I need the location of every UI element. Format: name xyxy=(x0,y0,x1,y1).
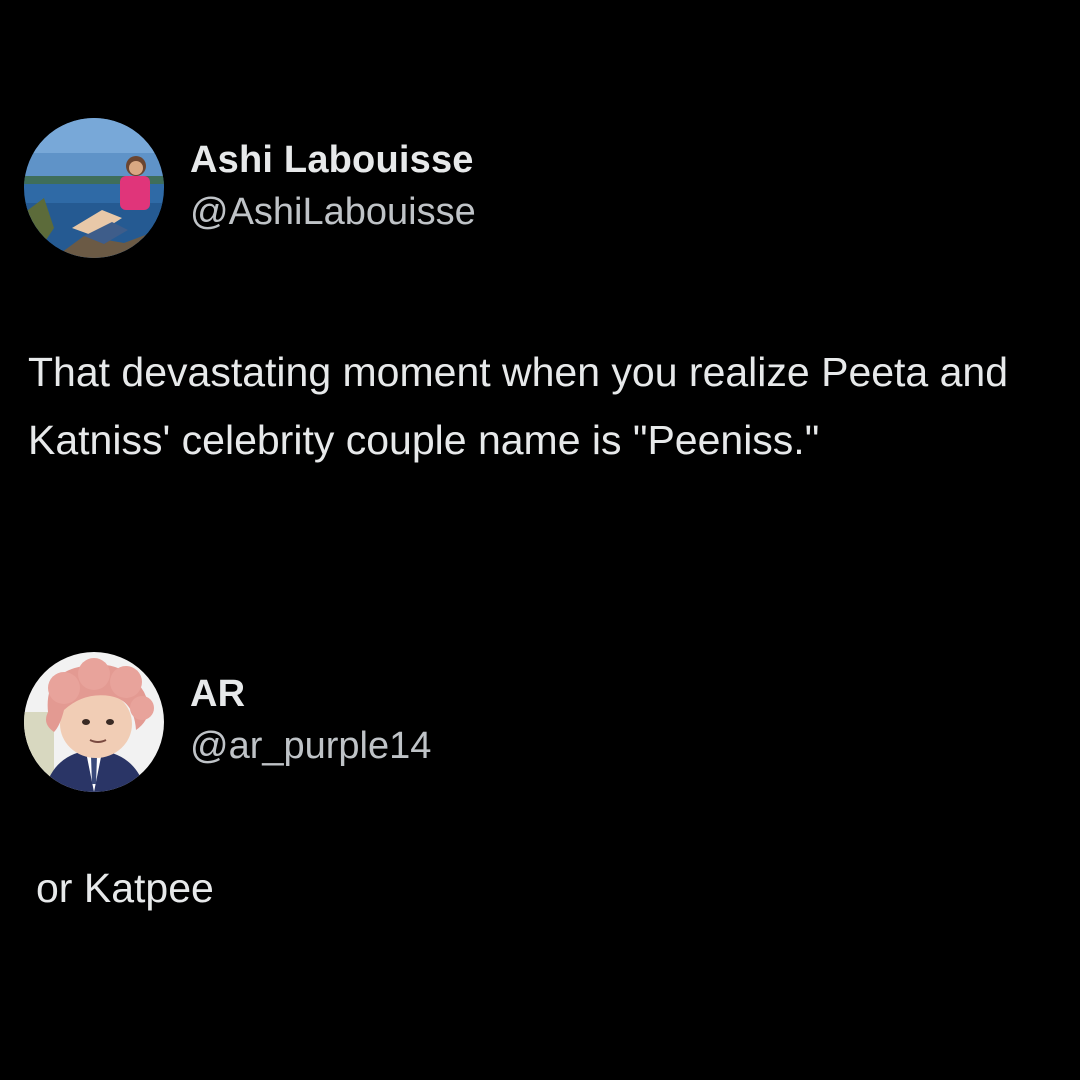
display-name[interactable]: AR xyxy=(190,672,431,718)
tweet-text: That devastating moment when you realize… xyxy=(28,349,1009,463)
tweet-text: or Katpee xyxy=(36,865,214,911)
display-name[interactable]: Ashi Labouisse xyxy=(190,138,476,184)
avatar[interactable] xyxy=(24,118,164,258)
author-names: AR @ar_purple14 xyxy=(190,672,431,769)
avatar-cartoon-character xyxy=(24,652,164,792)
user-handle[interactable]: @AshiLabouisse xyxy=(190,190,476,236)
tweet: Ashi Labouisse @AshiLabouisse That devas… xyxy=(0,118,1080,463)
tweet: AR @ar_purple14 or Katpee xyxy=(0,652,1080,911)
avatar[interactable] xyxy=(24,652,164,792)
tweet-header: AR @ar_purple14 xyxy=(0,652,1080,797)
avatar-lake-photo xyxy=(24,118,164,258)
tweet-header: Ashi Labouisse @AshiLabouisse xyxy=(0,118,1080,263)
user-handle[interactable]: @ar_purple14 xyxy=(190,724,431,770)
author-names: Ashi Labouisse @AshiLabouisse xyxy=(190,138,476,235)
